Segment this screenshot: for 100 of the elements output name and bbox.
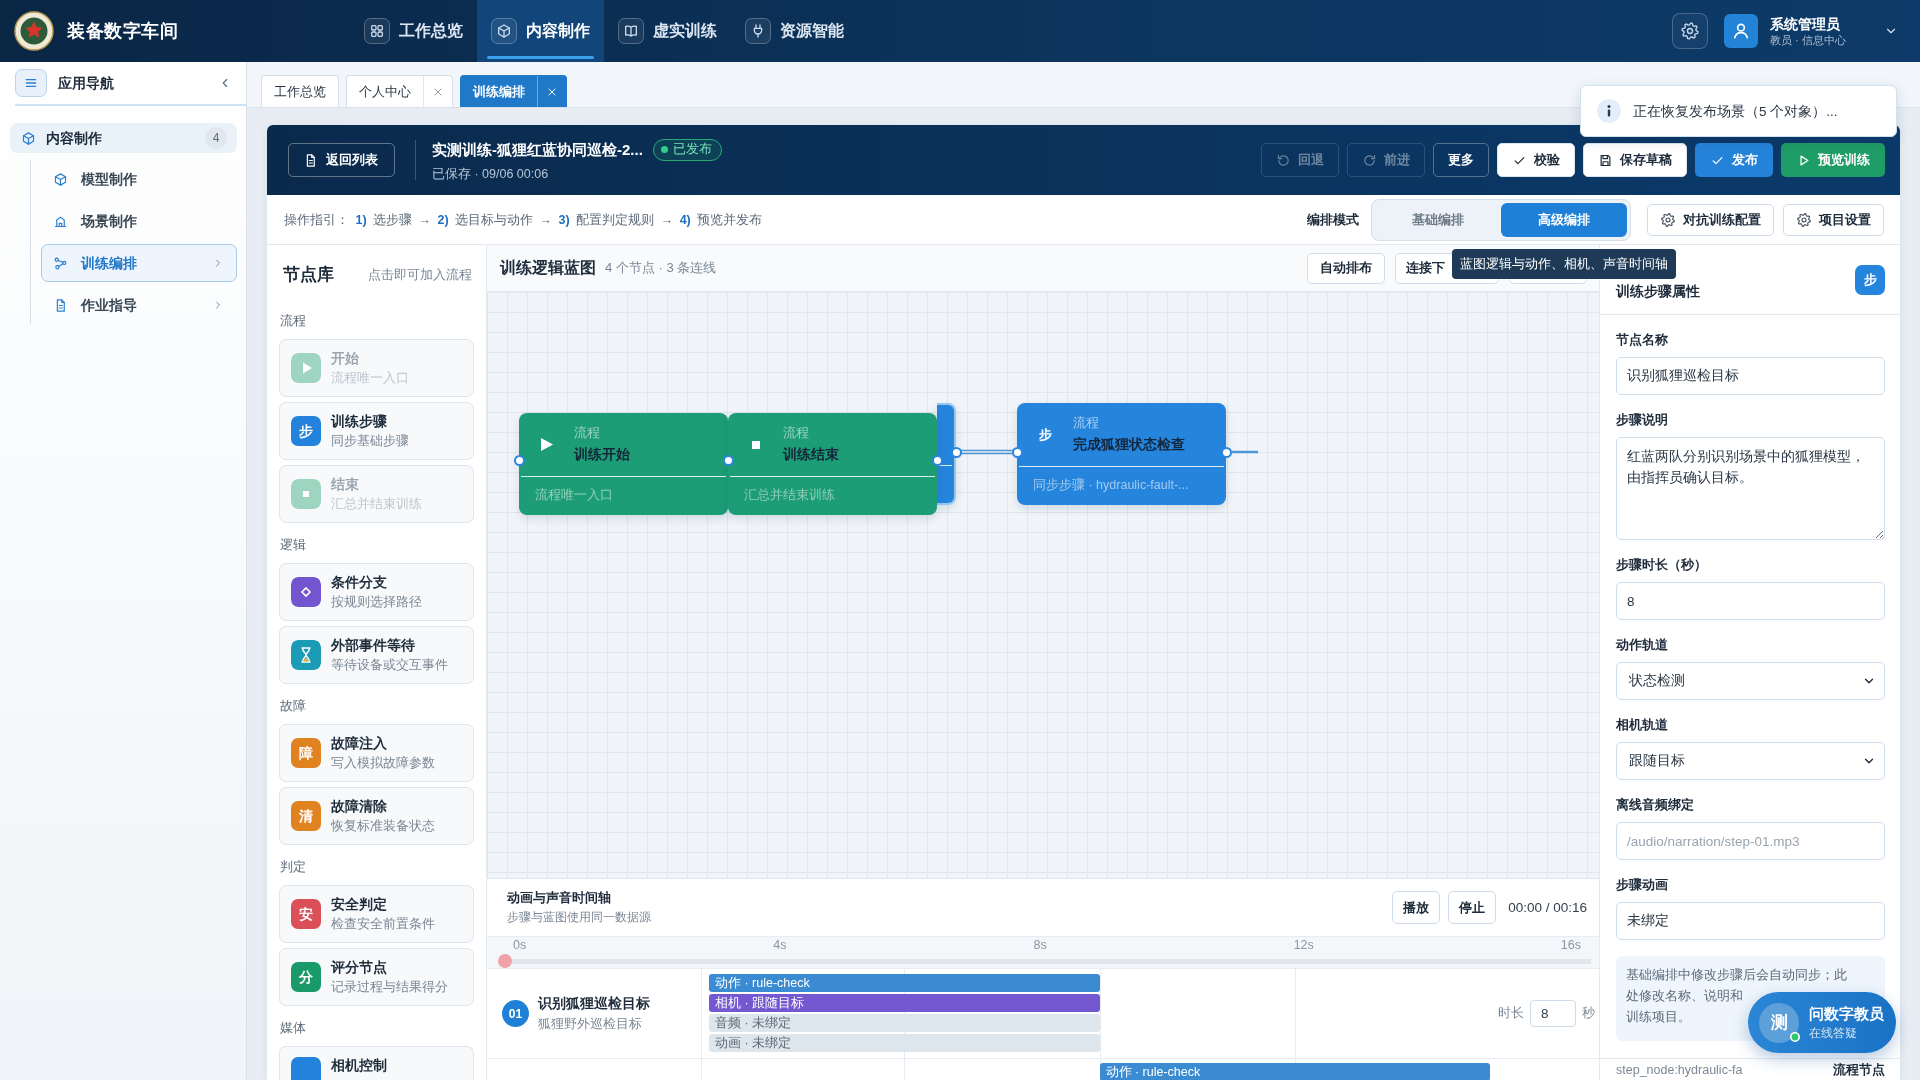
- port-handle[interactable]: [513, 454, 525, 466]
- plug-icon: [745, 18, 771, 44]
- project-settings-button[interactable]: 项目设置: [1783, 203, 1884, 236]
- node-template-card[interactable]: 条件分支 按规则选择路径: [279, 563, 474, 621]
- step-title: 识别狐狸巡检目标: [538, 995, 650, 1012]
- port-handle[interactable]: [931, 454, 943, 466]
- tab[interactable]: 工作总览: [261, 75, 339, 107]
- info-icon: [1597, 99, 1621, 123]
- select-field[interactable]: 状态检测: [1616, 662, 1885, 700]
- tab[interactable]: 训练编排: [460, 75, 567, 107]
- select-field[interactable]: 跟随目标: [1616, 742, 1885, 780]
- nav-tab[interactable]: 内容制作: [477, 0, 604, 62]
- textarea-field[interactable]: 红蓝两队分别识别场景中的狐狸模型，由指挥员确认目标。: [1616, 437, 1885, 540]
- canvas-summary: 4 个节点 · 3 条连线: [605, 260, 717, 276]
- assistant-subtitle: 在线答疑: [1809, 1026, 1858, 1040]
- project-title: 实测训练-狐狸红蓝协同巡检-2...: [432, 140, 643, 159]
- track-clip[interactable]: 动画 · 未绑定: [709, 1034, 1100, 1052]
- sidebar-item[interactable]: 场景制作: [41, 202, 237, 240]
- node-template-card[interactable]: 清 故障清除 恢复标准装备状态: [279, 787, 474, 845]
- mode-option[interactable]: 高级编排: [1501, 202, 1627, 237]
- flow-node[interactable]: 流程 训练开始 流程唯一入口: [519, 413, 728, 515]
- template-description: 按规则选择路径: [331, 594, 422, 610]
- more-button[interactable]: 更多: [1433, 143, 1489, 177]
- node-template-card[interactable]: 安 安全判定 检查安全前置条件: [279, 885, 474, 943]
- emblem-icon: [14, 11, 54, 51]
- user-avatar-icon[interactable]: [1724, 14, 1758, 48]
- time-readout: 00:00 / 00:16: [1508, 899, 1587, 916]
- back-button[interactable]: 返回列表: [288, 143, 395, 177]
- text-field[interactable]: 未绑定: [1616, 902, 1885, 940]
- gear-icon: [1680, 21, 1700, 41]
- track-clip[interactable]: 音频 · 未绑定: [709, 1014, 1100, 1032]
- play-button[interactable]: 播放: [1392, 891, 1441, 924]
- node-category: 流程: [783, 426, 810, 441]
- menu-button[interactable]: [15, 69, 47, 97]
- timeline-subtitle: 步骤与蓝图使用同一数据源: [507, 910, 651, 925]
- node-template-card[interactable]: 分 评分节点 记录过程与结果得分: [279, 948, 474, 1006]
- cube-icon: [491, 18, 517, 44]
- template-title: 评分节点: [331, 959, 388, 976]
- section-label: 媒体: [280, 1019, 307, 1037]
- node-description: 汇总并结束训练: [743, 487, 836, 503]
- assistant-button[interactable]: 测 问数字教员 在线答疑: [1748, 992, 1896, 1053]
- template-title: 开始: [331, 350, 360, 367]
- nav-tab[interactable]: 工作总览: [350, 0, 477, 62]
- duration-field[interactable]: 8: [1530, 1000, 1576, 1027]
- sidebar-item[interactable]: 内容制作 4: [10, 123, 237, 153]
- text-field[interactable]: 识别狐狸巡检目标: [1616, 357, 1885, 395]
- sidebar-item[interactable]: 作业指导: [41, 286, 237, 324]
- port-handle[interactable]: [1220, 446, 1232, 458]
- toast-message: 正在恢复发布场景（5 个对象）...: [1633, 102, 1838, 120]
- assistant-title: 问数字教员: [1809, 1005, 1884, 1023]
- template-title: 安全判定: [331, 896, 388, 913]
- settings-button[interactable]: [1672, 13, 1708, 49]
- template-description: 写入模拟故障参数: [331, 755, 435, 771]
- section-label: 逻辑: [280, 536, 307, 554]
- tab[interactable]: 个人中心: [346, 75, 453, 107]
- template-title: 故障清除: [331, 798, 388, 815]
- port-handle[interactable]: [950, 446, 962, 458]
- text-field[interactable]: /audio/narration/step-01.mp3: [1616, 822, 1885, 860]
- node-template-card[interactable]: 相机控制: [279, 1046, 474, 1080]
- mode-option[interactable]: 基础编排: [1375, 202, 1501, 237]
- text-field[interactable]: 8: [1616, 582, 1885, 620]
- tick-label: 12s: [1293, 938, 1314, 953]
- step-type-badge: 步: [1855, 265, 1885, 295]
- publish-button[interactable]: 发布: [1695, 143, 1773, 177]
- note-text: 训练项目。: [1626, 1008, 1691, 1026]
- node-template-card[interactable]: 障 故障注入 写入模拟故障参数: [279, 724, 474, 782]
- track-clip[interactable]: 动作 · rule-check: [1099, 1063, 1490, 1080]
- duration-unit: 秒: [1582, 1005, 1595, 1022]
- port-handle[interactable]: [1011, 446, 1023, 458]
- template-description: 等待设备或交互事件: [331, 657, 448, 673]
- sidebar-item[interactable]: 模型制作: [41, 160, 237, 198]
- node-template-card[interactable]: 外部事件等待 等待设备或交互事件: [279, 626, 474, 684]
- flow-node[interactable]: 步 流程 完成狐狸状态检查 同步步骤 · hydraulic-fault-...: [1017, 403, 1226, 505]
- toolbar-button[interactable]: 自动排布: [1307, 252, 1385, 284]
- track-clip[interactable]: 相机 · 跟随目标: [709, 994, 1100, 1012]
- save-draft-button[interactable]: 保存草稿: [1583, 143, 1687, 177]
- flow-node[interactable]: [937, 403, 956, 505]
- port-handle[interactable]: [722, 454, 734, 466]
- section-label: 故障: [280, 697, 307, 715]
- nav-tab[interactable]: 虚实训练: [604, 0, 731, 62]
- field-label: 动作轨道: [1616, 636, 1669, 654]
- panel-title: 训练步骤属性: [1616, 283, 1700, 300]
- node-category: 流程: [574, 426, 601, 441]
- node-id: step_node:hydraulic-fa: [1616, 1062, 1743, 1078]
- redo-icon: [1362, 152, 1377, 168]
- status-dot-icon: [660, 146, 668, 153]
- gear-icon: [1796, 211, 1812, 228]
- node-template-card[interactable]: 步 训练步骤 同步基础步骤: [279, 402, 474, 460]
- adversarial-config-button[interactable]: 对抗训练配置: [1647, 203, 1774, 236]
- track-clip[interactable]: 动作 · rule-check: [709, 974, 1100, 992]
- node-graph-icon: [53, 255, 68, 271]
- playhead-thumb[interactable]: [498, 954, 512, 968]
- flow-node[interactable]: 流程 训练结束 汇总并结束训练: [728, 413, 937, 515]
- validate-button[interactable]: 校验: [1497, 143, 1575, 177]
- undo-icon: [1276, 152, 1291, 168]
- building-icon: [53, 213, 68, 229]
- book-icon: [618, 18, 644, 44]
- nav-tab[interactable]: 资源智能: [731, 0, 858, 62]
- sidebar-item[interactable]: 训练编排: [41, 244, 237, 282]
- stop-button[interactable]: 停止: [1448, 891, 1497, 924]
